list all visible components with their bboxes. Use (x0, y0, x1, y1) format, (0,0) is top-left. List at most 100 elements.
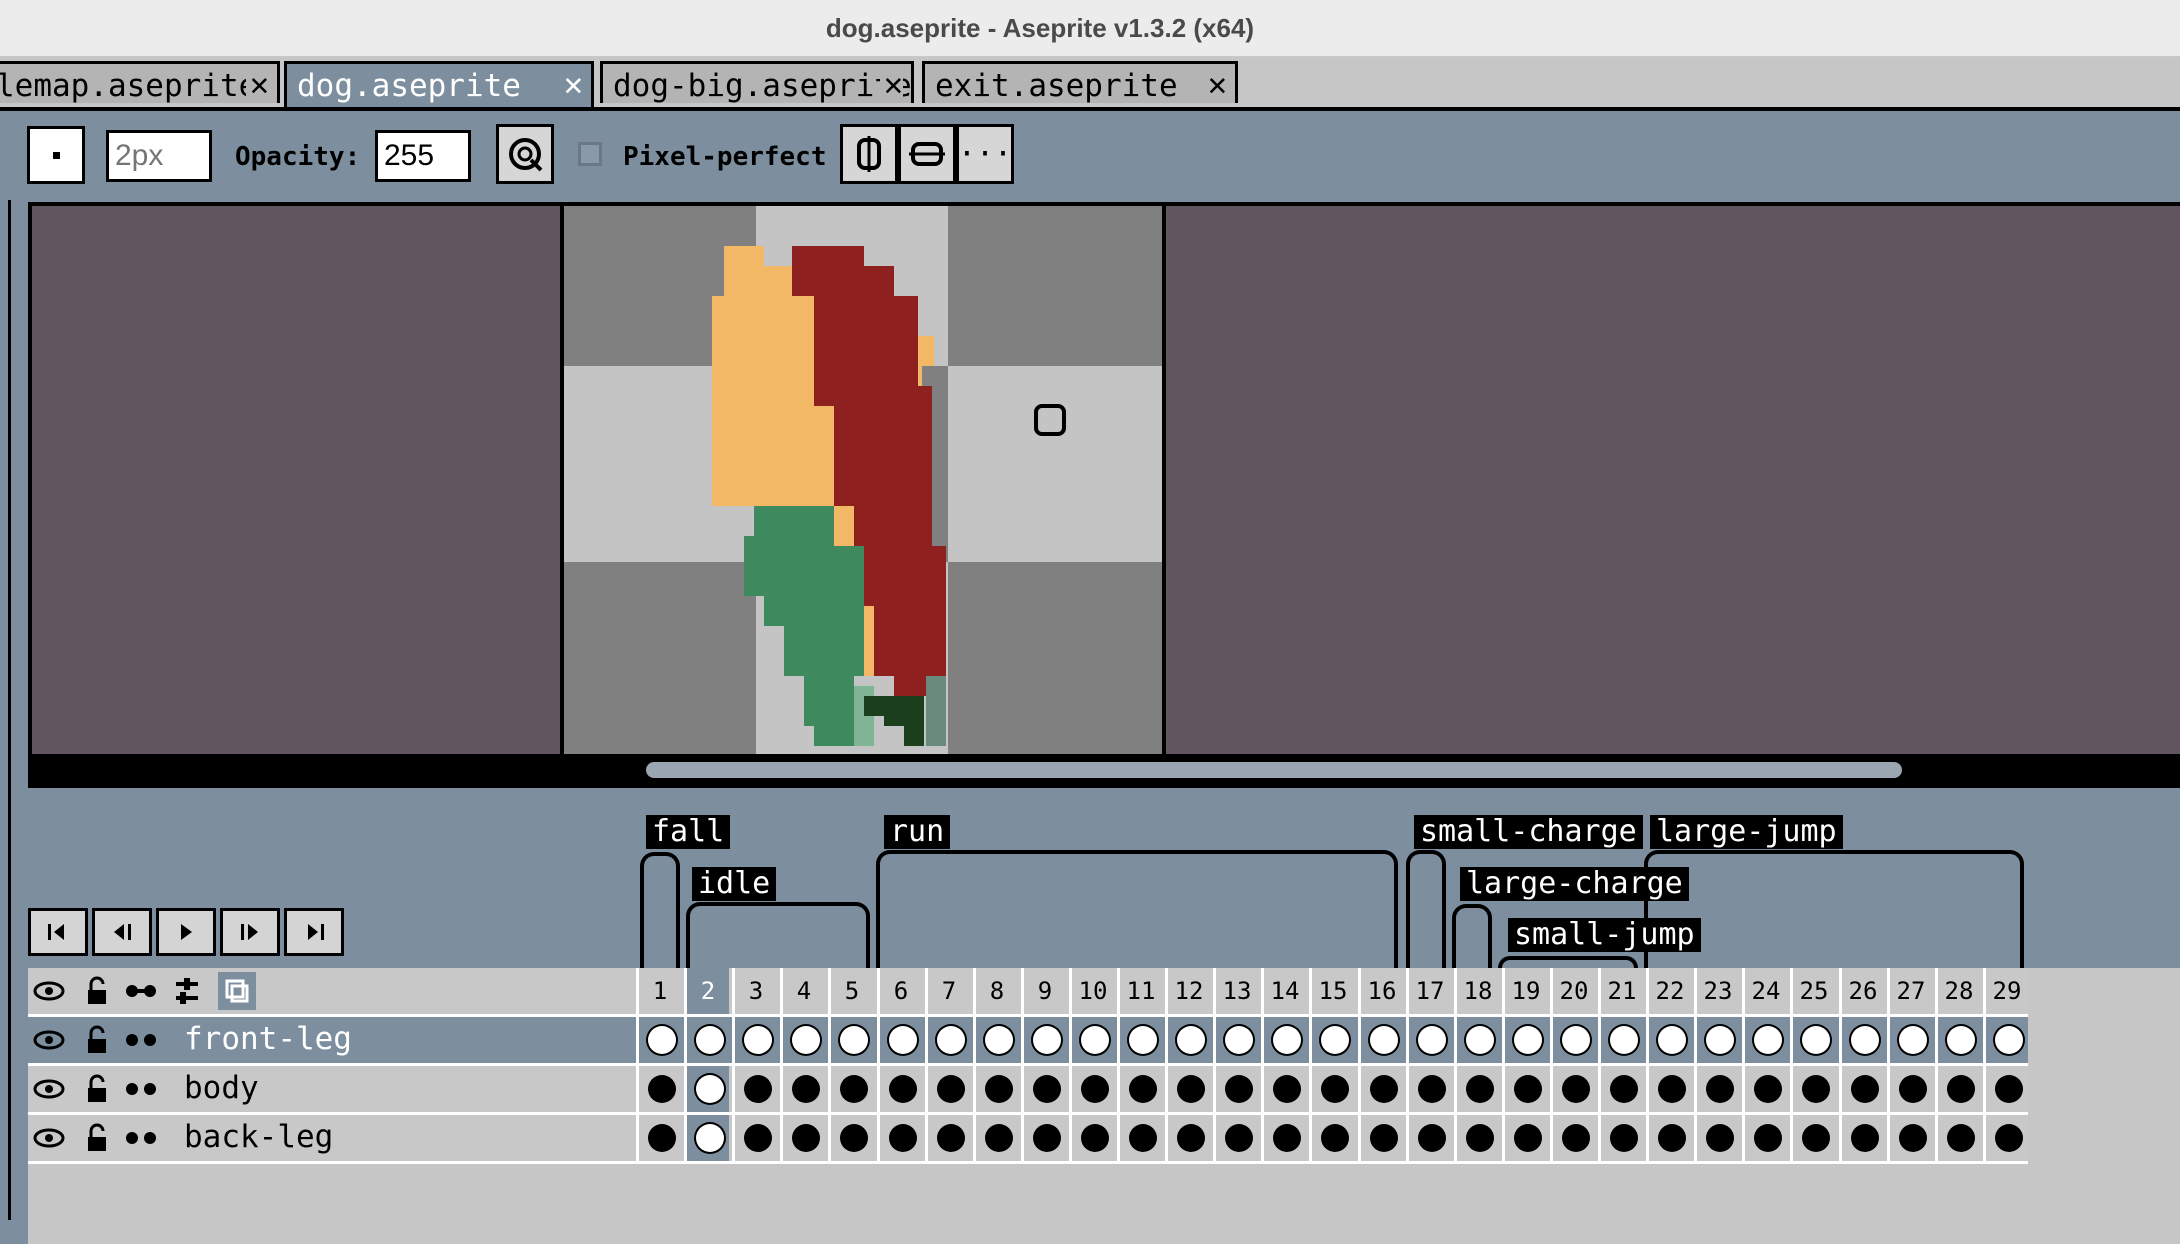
cel[interactable] (1165, 1066, 1210, 1112)
lock-header-icon[interactable] (80, 974, 114, 1008)
cel[interactable] (1742, 1115, 1787, 1161)
tag-large-charge[interactable]: large-charge (1460, 867, 1689, 901)
frame-header[interactable]: 1 (636, 968, 681, 1014)
cel[interactable] (732, 1066, 777, 1112)
continuous-icon[interactable] (124, 1072, 158, 1106)
layer-row-body[interactable]: body (28, 1066, 2028, 1115)
sprite-canvas[interactable] (560, 206, 1166, 754)
frame-header[interactable]: 20 (1550, 968, 1595, 1014)
symmetry-horizontal-button[interactable] (898, 124, 956, 184)
frame-header[interactable]: 9 (1021, 968, 1066, 1014)
cel[interactable] (1550, 1115, 1595, 1161)
lock-open-icon[interactable] (80, 1072, 114, 1106)
visibility-header-icon[interactable] (32, 974, 66, 1008)
layer-name[interactable]: body (184, 1070, 259, 1106)
cel[interactable] (636, 1066, 681, 1112)
tab-close-icon[interactable]: ✕ (559, 66, 583, 102)
cel[interactable] (1935, 1066, 1980, 1112)
frame-header[interactable]: 8 (973, 968, 1018, 1014)
frame-header[interactable]: 14 (1261, 968, 1306, 1014)
layer-name[interactable]: back-leg (184, 1119, 333, 1155)
tab-exit[interactable]: exit.aseprite ✕ (922, 61, 1238, 103)
cel[interactable] (1790, 1017, 1835, 1063)
cel[interactable] (1358, 1066, 1403, 1112)
cel[interactable] (1887, 1066, 1932, 1112)
tag-run[interactable]: run (884, 815, 951, 849)
layer-settings-icon[interactable] (170, 974, 204, 1008)
cel[interactable] (1550, 1017, 1595, 1063)
cel[interactable] (1646, 1017, 1691, 1063)
cel[interactable] (732, 1115, 777, 1161)
cel[interactable] (1165, 1115, 1210, 1161)
cel[interactable] (1502, 1066, 1547, 1112)
cel[interactable] (1454, 1066, 1499, 1112)
tag-small-jump[interactable]: small-jump (1508, 918, 1701, 952)
horizontal-scrollbar[interactable] (646, 762, 1902, 778)
continuous-icon[interactable] (124, 1121, 158, 1155)
layer-row-front-leg[interactable]: front-leg (28, 1017, 2028, 1066)
cel[interactable] (1406, 1017, 1451, 1063)
brush-size-input[interactable] (106, 130, 212, 182)
cel[interactable] (1309, 1017, 1354, 1063)
cel[interactable] (1117, 1017, 1162, 1063)
continuous-header-icon[interactable] (124, 974, 158, 1008)
cel[interactable] (1598, 1115, 1643, 1161)
pixel-perfect-checkbox[interactable] (578, 142, 602, 166)
cel[interactable] (1406, 1115, 1451, 1161)
frame-header[interactable]: 4 (780, 968, 825, 1014)
visibility-eye-icon[interactable] (32, 1072, 66, 1106)
cel[interactable] (684, 1066, 729, 1112)
cel[interactable] (1646, 1066, 1691, 1112)
play-button[interactable] (156, 908, 216, 956)
cel[interactable] (1309, 1066, 1354, 1112)
tag-idle[interactable]: idle (692, 867, 777, 901)
cel[interactable] (1358, 1017, 1403, 1063)
cel[interactable] (1069, 1115, 1114, 1161)
cel[interactable] (1213, 1066, 1258, 1112)
cel[interactable] (1742, 1066, 1787, 1112)
frame-header[interactable]: 12 (1165, 968, 1210, 1014)
cel[interactable] (1261, 1017, 1306, 1063)
cel[interactable] (1213, 1017, 1258, 1063)
frame-header[interactable]: 18 (1454, 968, 1499, 1014)
cel[interactable] (1983, 1115, 2028, 1161)
cel[interactable] (1406, 1066, 1451, 1112)
cel[interactable] (877, 1066, 922, 1112)
tab-dog[interactable]: dog.aseprite ✕ (284, 61, 594, 107)
frame-header[interactable]: 24 (1742, 968, 1787, 1014)
cel[interactable] (1309, 1115, 1354, 1161)
tab-close-icon[interactable]: ✕ (245, 66, 269, 102)
cel[interactable] (1021, 1066, 1066, 1112)
cel[interactable] (684, 1017, 729, 1063)
cel[interactable] (1694, 1066, 1739, 1112)
frame-header[interactable]: 21 (1598, 968, 1643, 1014)
cel[interactable] (877, 1115, 922, 1161)
frame-header[interactable]: 22 (1646, 968, 1691, 1014)
cel[interactable] (1887, 1017, 1932, 1063)
brush-type-button[interactable] (27, 126, 85, 184)
cel[interactable] (1261, 1115, 1306, 1161)
frame-header[interactable]: 23 (1694, 968, 1739, 1014)
tab-lemap[interactable]: lemap.aseprite ✕ (0, 61, 280, 103)
tag-small-charge[interactable]: small-charge (1414, 815, 1643, 849)
cel[interactable] (1454, 1017, 1499, 1063)
cel[interactable] (1213, 1115, 1258, 1161)
ink-type-button[interactable] (496, 124, 554, 184)
cel[interactable] (780, 1115, 825, 1161)
frame-header[interactable]: 13 (1213, 968, 1258, 1014)
cel[interactable] (1165, 1017, 1210, 1063)
cel[interactable] (1790, 1066, 1835, 1112)
frame-header[interactable]: 3 (732, 968, 777, 1014)
cel[interactable] (1502, 1115, 1547, 1161)
cel[interactable] (780, 1017, 825, 1063)
cel[interactable] (1742, 1017, 1787, 1063)
cel[interactable] (1694, 1115, 1739, 1161)
frame-header[interactable]: 6 (877, 968, 922, 1014)
cel[interactable] (1069, 1017, 1114, 1063)
visibility-eye-icon[interactable] (32, 1121, 66, 1155)
cel[interactable] (732, 1017, 777, 1063)
cel[interactable] (1117, 1115, 1162, 1161)
layer-name[interactable]: front-leg (184, 1021, 352, 1057)
tab-close-icon[interactable]: ✕ (879, 66, 903, 102)
cel[interactable] (828, 1066, 873, 1112)
